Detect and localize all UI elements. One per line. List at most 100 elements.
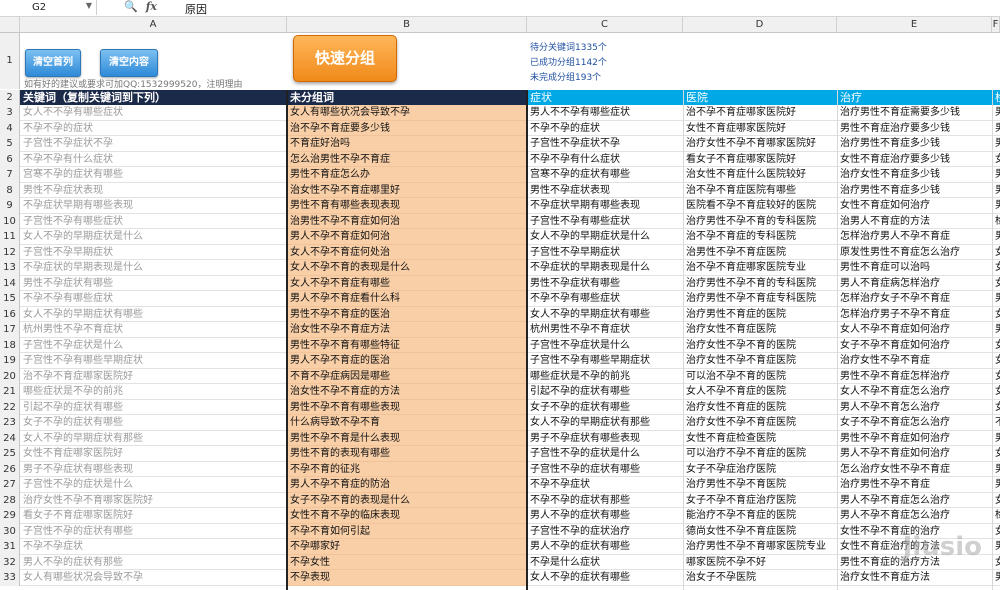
cell-c[interactable]: 子宫性不孕早期症状	[527, 245, 683, 260]
formula-input[interactable]: 原因	[185, 1, 207, 17]
row-header[interactable]: 26	[0, 461, 20, 477]
cell-f[interactable]: 女	[992, 384, 1000, 400]
cell-d[interactable]: 哪家医院不孕不好	[683, 555, 837, 570]
cell-f[interactable]: 男	[992, 539, 1000, 555]
cell-d[interactable]: 可以治不孕不育的医院	[683, 369, 837, 384]
cell-a[interactable]: 子宫性不孕症状不孕	[20, 136, 287, 152]
header-check[interactable]: 检	[992, 90, 1000, 105]
cell-b[interactable]: 男人不孕不育症的防治	[287, 477, 527, 493]
cell-c[interactable]: 男性不孕症状有哪些	[527, 276, 683, 291]
cell-f[interactable]: 女	[992, 493, 1000, 508]
cell-e[interactable]: 男人不孕不育症怎么治疗	[837, 508, 992, 524]
row-header[interactable]: 17	[0, 322, 20, 338]
cell-f[interactable]: 男	[992, 167, 1000, 183]
cell-e[interactable]: 治疗女性不孕不育症	[837, 353, 992, 369]
cell-b[interactable]: 不孕不育的征兆	[287, 461, 527, 477]
cell-c[interactable]: 女人不孕的早期症状有那些	[527, 415, 683, 431]
cell-f[interactable]: 女	[992, 524, 1000, 539]
cell-e[interactable]: 治疗男性不育症多少钱	[837, 183, 992, 198]
cell-f[interactable]: 男	[992, 291, 1000, 307]
cell-e[interactable]: 男性不育症可以治吗	[837, 260, 992, 276]
cell-b[interactable]: 什么病导致不孕不育	[287, 415, 527, 431]
cell-a[interactable]: 引起不孕的症状有哪些	[20, 400, 287, 415]
cell-a[interactable]: 男人不孕的症状有那些	[20, 555, 287, 570]
cell-f[interactable]: 检	[992, 508, 1000, 524]
row-header[interactable]: 14	[0, 275, 20, 291]
cell-c[interactable]: 男人不不孕有哪些症状	[527, 105, 683, 121]
cell-f[interactable]: 女	[992, 245, 1000, 260]
cell-e[interactable]: 原发性男性不育症怎么治疗	[837, 245, 992, 260]
cell-d[interactable]: 治女性不育症什么医院较好	[683, 167, 837, 183]
cell-b[interactable]: 男性不孕不育是什么表现	[287, 430, 527, 446]
cell-a[interactable]: 子宫性不孕早期症状	[20, 245, 287, 260]
cell-a[interactable]: 女人有哪些状况会导致不孕	[20, 570, 287, 586]
cell-f[interactable]: 女	[992, 369, 1000, 384]
cell-d[interactable]: 治疗女性不育症医院	[683, 322, 837, 338]
cell-a[interactable]: 看女子不育症哪家医院好	[20, 508, 287, 524]
cell-e[interactable]: 男人不孕不育怎么治疗	[837, 400, 992, 415]
cell-e[interactable]: 女子不孕不育症如何治疗	[837, 338, 992, 353]
cell-b[interactable]: 不育症好治吗	[287, 136, 527, 152]
row-header[interactable]: 6	[0, 151, 20, 167]
cell-d[interactable]: 治不孕不育症哪家医院好	[683, 105, 837, 121]
row-header[interactable]: 31	[0, 539, 20, 555]
cell-c[interactable]: 女人不孕的早期症状是什么	[527, 229, 683, 245]
cell-f[interactable]: 女	[992, 152, 1000, 167]
cell-a[interactable]: 杭州男性不孕不育症状	[20, 322, 287, 338]
cell-d[interactable]: 女子不孕症治疗医院	[683, 462, 837, 477]
cell-e[interactable]: 男性不育症治疗要多少钱	[837, 121, 992, 136]
cell-e[interactable]: 女子不孕不育症怎么治疗	[837, 415, 992, 431]
cell-f[interactable]: 女	[992, 400, 1000, 415]
cell-d[interactable]: 女子不孕不育症治疗医院	[683, 493, 837, 508]
row-header[interactable]: 3	[0, 105, 20, 121]
header-treatment[interactable]: 治疗	[837, 90, 992, 105]
cell-e[interactable]: 女性不育症治疗要多少钱	[837, 152, 992, 167]
cell-e[interactable]: 治疗男性不育症多少钱	[837, 136, 992, 152]
cell-a[interactable]: 宫寒不孕的症状有哪些	[20, 167, 287, 183]
row-header[interactable]: 13	[0, 260, 20, 276]
cell-d[interactable]: 女性不育症检查医院	[683, 431, 837, 446]
cell-e[interactable]: 治疗女性不育症多少钱	[837, 167, 992, 183]
cell-e[interactable]: 男人不孕不育症如何治疗	[837, 446, 992, 462]
cell-d[interactable]: 治疗男性不育症的医院	[683, 307, 837, 322]
cell-e[interactable]: 治男人不育症的方法	[837, 214, 992, 229]
cell-b[interactable]: 女人不孕不育症有哪些	[287, 275, 527, 291]
cell-a[interactable]: 不孕不孕的症状	[20, 121, 287, 136]
cell-c[interactable]: 女人不孕的早期症状有哪些	[527, 307, 683, 322]
cell-d[interactable]: 治疗男性不孕不育哪家医院专业	[683, 539, 837, 555]
clear-first-column-button[interactable]: 清空首列	[25, 49, 81, 77]
cell-c[interactable]: 男人不孕的症状有哪些	[527, 539, 683, 555]
cell-f[interactable]: 男	[992, 477, 1000, 493]
cell-c[interactable]: 子宫性不孕的症状治疗	[527, 524, 683, 539]
cell-d[interactable]: 治疗女性不孕不育症医院	[683, 415, 837, 431]
cell-c[interactable]: 不孕不孕的症状	[527, 121, 683, 136]
row-header[interactable]: 21	[0, 384, 20, 400]
row-header[interactable]: 28	[0, 492, 20, 508]
cell-b[interactable]: 女人不孕不育的表现是什么	[287, 260, 527, 276]
cell-c[interactable]: 子宫性不孕症状是什么	[527, 338, 683, 353]
cell-b[interactable]: 男人不孕不育症如何治	[287, 229, 527, 245]
cell-c[interactable]: 不孕是什么症状	[527, 555, 683, 570]
row-header[interactable]: 10	[0, 213, 20, 229]
cell-e[interactable]: 治疗男性不育症需要多少钱	[837, 105, 992, 121]
cell-c[interactable]: 杭州男性不孕不育症状	[527, 322, 683, 338]
cell-a[interactable]: 治不孕不育症哪家医院好	[20, 369, 287, 384]
row-header[interactable]: 19	[0, 353, 20, 369]
cell-c[interactable]: 引起不孕的症状有哪些	[527, 384, 683, 400]
row-header[interactable]: 27	[0, 477, 20, 493]
row-header[interactable]: 11	[0, 229, 20, 245]
cell-e[interactable]: 怎样治疗男人不孕不育症	[837, 229, 992, 245]
cell-b[interactable]: 不孕不育如何引起	[287, 523, 527, 539]
cell-f[interactable]: 男	[992, 105, 1000, 121]
cell-d[interactable]: 治疗男性不孕不育的专科医院	[683, 214, 837, 229]
cell-b[interactable]: 治男性不孕不育症如何治	[287, 213, 527, 229]
row-header[interactable]: 18	[0, 337, 20, 353]
cell-c[interactable]: 不孕症状早期有哪些表现	[527, 198, 683, 214]
cell-b[interactable]: 男性不育的表现有哪些	[287, 446, 527, 462]
cell-a[interactable]: 子宫性不孕症状是什么	[20, 338, 287, 353]
cell-a[interactable]: 女人不孕的早期症状有哪些	[20, 307, 287, 322]
row-header[interactable]: 33	[0, 570, 20, 586]
cell-f[interactable]: 男	[992, 198, 1000, 214]
cell-f[interactable]: 检	[992, 214, 1000, 229]
zoom-search-icon[interactable]: 🔍	[124, 0, 138, 13]
